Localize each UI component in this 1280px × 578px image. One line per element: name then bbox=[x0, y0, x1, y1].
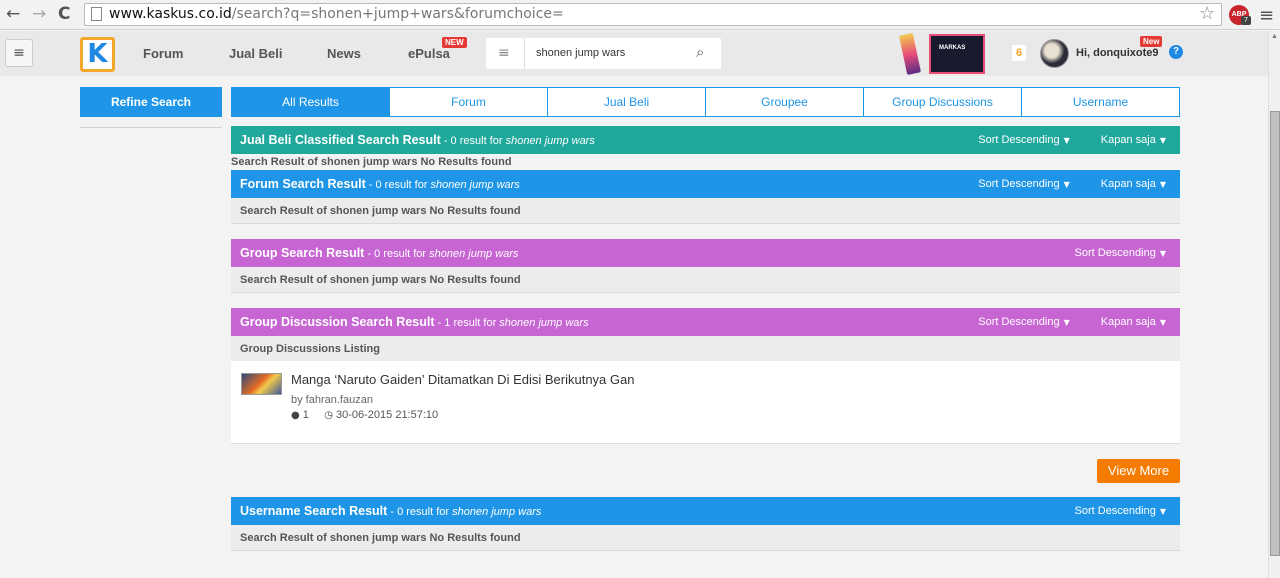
comment-icon: ● bbox=[291, 410, 300, 421]
chevron-down-icon: ▼ bbox=[1159, 318, 1166, 327]
chevron-down-icon: ▼ bbox=[1159, 136, 1166, 145]
forward-arrow-icon[interactable]: → bbox=[32, 4, 46, 24]
sort-dropdown[interactable]: Sort Descending ▼ bbox=[1061, 247, 1166, 259]
browser-toolbar: ← → C www.kaskus.co.id/search?q=shonen+j… bbox=[0, 0, 1280, 30]
nav-news[interactable]: News bbox=[327, 46, 361, 61]
no-results-text: Search Result of shonen jump wars No Res… bbox=[231, 156, 512, 168]
group-section-header: Group Search Result - 0 result for shone… bbox=[231, 239, 1180, 267]
list-icon[interactable]: ≡ bbox=[498, 45, 510, 61]
notification-count[interactable]: 6 bbox=[1012, 45, 1026, 61]
section-title: Group Discussion Search Result bbox=[240, 315, 435, 329]
promo-banner-small[interactable] bbox=[898, 32, 922, 76]
promo-banner-text: MARKAS bbox=[939, 45, 966, 51]
scrollbar[interactable]: ▲ bbox=[1268, 31, 1280, 578]
list-item: Manga ‘Naruto Gaiden’ Ditamatkan Di Edis… bbox=[231, 361, 1180, 444]
bookmark-star-icon[interactable]: ☆ bbox=[1199, 3, 1215, 24]
address-bar[interactable]: www.kaskus.co.id/search?q=shonen+jump+wa… bbox=[84, 3, 1222, 26]
post-author[interactable]: by fahran.fauzan bbox=[291, 394, 373, 406]
username-section-header: Username Search Result - 0 result for sh… bbox=[231, 497, 1180, 525]
promo-banner[interactable] bbox=[929, 34, 985, 74]
jual-beli-section-header: Jual Beli Classified Search Result - 0 r… bbox=[231, 126, 1180, 154]
post-meta: ● 1 ◷ 30-06-2015 21:57:10 bbox=[291, 409, 438, 421]
result-count: - 0 result for bbox=[440, 135, 506, 147]
nav-forum[interactable]: Forum bbox=[143, 46, 183, 61]
query-text: shonen jump wars bbox=[429, 248, 519, 260]
nav-epulsa[interactable]: ePulsa bbox=[408, 46, 450, 61]
post-thumbnail[interactable] bbox=[241, 373, 282, 395]
user-new-badge: New bbox=[1140, 36, 1163, 47]
no-results-text: Search Result of shonen jump wars No Res… bbox=[231, 525, 1180, 551]
site-header: ≡ K Forum Jual Beli News ePulsa NEW ≡ sh… bbox=[0, 31, 1268, 76]
help-icon[interactable]: ? bbox=[1169, 45, 1183, 59]
chevron-down-icon: ▼ bbox=[1159, 249, 1166, 258]
search-divider bbox=[524, 38, 525, 69]
tab-jual-beli[interactable]: Jual Beli bbox=[548, 87, 706, 117]
sort-dropdown[interactable]: Sort Descending ▼ bbox=[964, 134, 1069, 146]
result-count: - 1 result for bbox=[434, 317, 500, 329]
reload-icon[interactable]: C bbox=[58, 4, 70, 24]
scrollbar-thumb[interactable] bbox=[1270, 111, 1280, 556]
query-text: shonen jump wars bbox=[499, 317, 589, 329]
view-more-button[interactable]: View More bbox=[1097, 459, 1180, 483]
url-path: /search?q=shonen+jump+wars&forumchoice= bbox=[231, 6, 564, 22]
result-count: - 0 result for bbox=[365, 179, 431, 191]
tab-groupee[interactable]: Groupee bbox=[706, 87, 864, 117]
post-title-link[interactable]: Manga ‘Naruto Gaiden’ Ditamatkan Di Edis… bbox=[291, 372, 634, 387]
group-discussion-section-header: Group Discussion Search Result - 1 resul… bbox=[231, 308, 1180, 336]
no-results-text: Search Result of shonen jump wars No Res… bbox=[231, 198, 1180, 224]
chevron-down-icon: ▼ bbox=[1063, 180, 1070, 189]
search-box: ≡ shonen jump wars ⌕ bbox=[486, 38, 721, 69]
chevron-down-icon: ▼ bbox=[1159, 180, 1166, 189]
query-text: shonen jump wars bbox=[505, 135, 595, 147]
browser-menu-icon[interactable]: ≡ bbox=[1259, 5, 1274, 26]
tab-all-results[interactable]: All Results bbox=[231, 87, 390, 117]
search-input[interactable]: shonen jump wars bbox=[536, 47, 625, 59]
chevron-down-icon: ▼ bbox=[1063, 318, 1070, 327]
url-domain: www.kaskus.co.id bbox=[109, 6, 232, 22]
post-date: 30-06-2015 21:57:10 bbox=[336, 409, 439, 421]
scroll-up-icon[interactable]: ▲ bbox=[1271, 33, 1278, 40]
query-text: shonen jump wars bbox=[452, 506, 542, 518]
result-count: - 0 result for bbox=[387, 506, 453, 518]
sort-dropdown[interactable]: Sort Descending ▼ bbox=[1061, 505, 1166, 517]
section-title: Jual Beli Classified Search Result bbox=[240, 133, 441, 147]
tab-username[interactable]: Username bbox=[1022, 87, 1180, 117]
listing-label: Group Discussions Listing bbox=[231, 336, 1180, 362]
result-count: - 0 result for bbox=[364, 248, 430, 260]
clock-icon: ◷ bbox=[324, 410, 333, 421]
time-dropdown[interactable]: Kapan saja ▼ bbox=[1087, 178, 1166, 190]
adblock-count-badge: 7 bbox=[1241, 16, 1251, 25]
time-dropdown[interactable]: Kapan saja ▼ bbox=[1087, 134, 1166, 146]
user-greeting[interactable]: Hi, donquixote9 bbox=[1076, 47, 1159, 59]
search-icon[interactable]: ⌕ bbox=[696, 43, 704, 61]
tab-forum[interactable]: Forum bbox=[390, 87, 548, 117]
new-badge: NEW bbox=[442, 37, 467, 48]
section-title: Group Search Result bbox=[240, 246, 365, 260]
result-tabs: All Results Forum Jual Beli Groupee Grou… bbox=[231, 87, 1180, 117]
chevron-down-icon: ▼ bbox=[1063, 136, 1070, 145]
page-icon bbox=[91, 7, 102, 21]
back-arrow-icon[interactable]: ← bbox=[6, 4, 20, 24]
tab-group-discussions[interactable]: Group Discussions bbox=[864, 87, 1022, 117]
sort-dropdown[interactable]: Sort Descending ▼ bbox=[964, 316, 1069, 328]
query-text: shonen jump wars bbox=[430, 179, 520, 191]
chevron-down-icon: ▼ bbox=[1159, 507, 1166, 516]
kaskus-logo-icon[interactable]: K bbox=[80, 37, 115, 72]
sidebar-divider bbox=[80, 127, 222, 128]
section-title: Forum Search Result bbox=[240, 177, 366, 191]
forum-section-header: Forum Search Result - 0 result for shone… bbox=[231, 170, 1180, 198]
no-results-text: Search Result of shonen jump wars No Res… bbox=[231, 267, 1180, 293]
refine-search-button[interactable]: Refine Search bbox=[80, 87, 222, 117]
section-title: Username Search Result bbox=[240, 504, 388, 518]
sort-dropdown[interactable]: Sort Descending ▼ bbox=[964, 178, 1069, 190]
avatar[interactable] bbox=[1040, 39, 1069, 68]
comment-count: 1 bbox=[302, 409, 309, 421]
hamburger-menu-icon[interactable]: ≡ bbox=[5, 39, 33, 67]
nav-jual-beli[interactable]: Jual Beli bbox=[229, 46, 282, 61]
time-dropdown[interactable]: Kapan saja ▼ bbox=[1087, 316, 1166, 328]
